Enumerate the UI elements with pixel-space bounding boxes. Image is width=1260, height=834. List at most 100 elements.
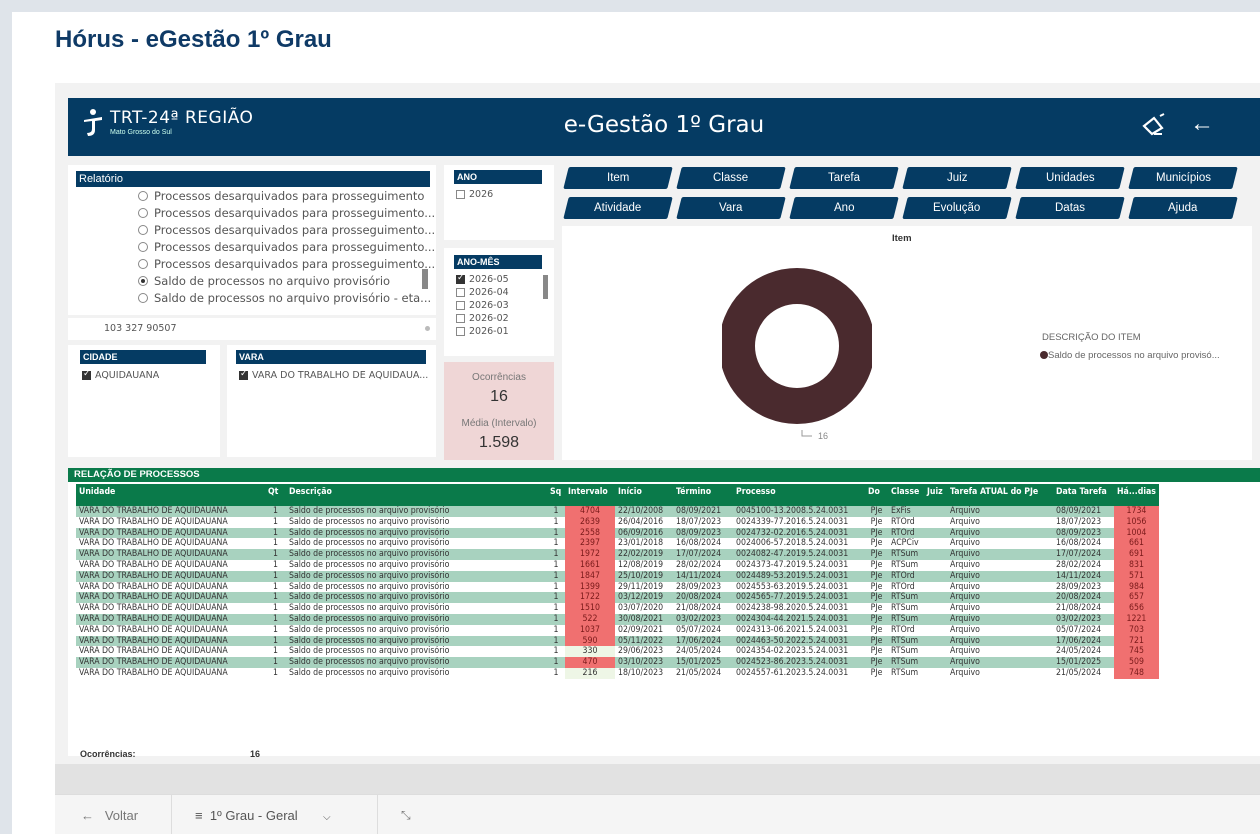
- nav-button[interactable]: Tarefa: [789, 167, 899, 189]
- column-header[interactable]: Data Tarefa: [1053, 484, 1114, 506]
- table-cell: 2639: [565, 516, 615, 528]
- radio-button[interactable]: [138, 259, 148, 269]
- table-row[interactable]: VARA DO TRABALHO DE AQUIDAUANA 1 Saldo de …: [76, 657, 1159, 668]
- column-header[interactable]: Descrição: [286, 484, 547, 506]
- table-cell: 1: [265, 506, 286, 517]
- table-row[interactable]: VARA DO TRABALHO DE AQUIDAUANA 1 Saldo de …: [76, 549, 1159, 560]
- radio-button[interactable]: [138, 225, 148, 235]
- table-row[interactable]: VARA DO TRABALHO DE AQUIDAUANA 1 Saldo de …: [76, 613, 1159, 625]
- table-row[interactable]: VARA DO TRABALHO DE AQUIDAUANA 1 Saldo de …: [76, 592, 1159, 604]
- table-cell: 14/11/2024: [1053, 570, 1114, 582]
- ano-option[interactable]: 2026: [456, 189, 493, 200]
- back-button[interactable]: ← Voltar: [81, 808, 138, 823]
- table-cell: 1: [265, 549, 286, 560]
- table-cell: 03/07/2020: [615, 603, 673, 614]
- checkbox[interactable]: [456, 288, 465, 297]
- nav-button[interactable]: Item: [563, 167, 673, 189]
- table-cell: 03/10/2023: [615, 657, 673, 668]
- nav-button[interactable]: Municípios: [1128, 167, 1238, 189]
- checkbox[interactable]: [456, 273, 465, 284]
- table-cell: 1004: [1114, 527, 1159, 539]
- column-header[interactable]: Do: [865, 484, 888, 506]
- cidade-panel: CIDADE AQUIDAUANA: [68, 345, 220, 457]
- ano-mes-option[interactable]: 2026-01: [456, 326, 509, 337]
- checkbox[interactable]: [456, 327, 465, 336]
- table-cell: [924, 613, 947, 625]
- table-cell: Arquivo: [947, 624, 1053, 636]
- nav-button[interactable]: Classe: [676, 167, 786, 189]
- donut-slice[interactable]: [722, 268, 872, 424]
- ano-mes-option[interactable]: 2026-03: [456, 300, 509, 311]
- table-row[interactable]: VARA DO TRABALHO DE AQUIDAUANA 1 Saldo de …: [76, 559, 1159, 571]
- table-row[interactable]: VARA DO TRABALHO DE AQUIDAUANA 1 Saldo de …: [76, 527, 1159, 539]
- radio-button[interactable]: [138, 293, 148, 303]
- table-row[interactable]: VARA DO TRABALHO DE AQUIDAUANA 1 Saldo de …: [76, 635, 1159, 647]
- relatorio-option[interactable]: Saldo de processos no arquivo provisório…: [138, 291, 431, 305]
- back-arrow-icon[interactable]: ←: [1190, 110, 1214, 138]
- relatorio-option[interactable]: Processos desarquivados para prosseguime…: [138, 206, 435, 220]
- column-header[interactable]: Sq: [547, 484, 565, 506]
- relatorio-option[interactable]: Processos desarquivados para prosseguime…: [138, 257, 435, 271]
- relatorio-option[interactable]: Saldo de processos no arquivo provisório: [138, 274, 390, 288]
- scrollbar[interactable]: [543, 275, 548, 299]
- table-row[interactable]: VARA DO TRABALHO DE AQUIDAUANA 1 Saldo de …: [76, 667, 1159, 679]
- radio-button[interactable]: [138, 276, 148, 286]
- eraser-icon[interactable]: [1140, 112, 1166, 145]
- page-selector[interactable]: ≡ 1º Grau - Geral ⌵: [195, 808, 331, 823]
- legend-item[interactable]: Saldo de processos no arquivo provisó...: [1040, 350, 1220, 361]
- table-row[interactable]: VARA DO TRABALHO DE AQUIDAUANA 1 Saldo de …: [76, 624, 1159, 636]
- collapse-icon[interactable]: ⤡: [401, 808, 411, 823]
- radio-button[interactable]: [138, 191, 148, 201]
- table-cell: RTOrd: [888, 624, 924, 636]
- checkbox[interactable]: [456, 301, 465, 310]
- relatorio-option[interactable]: Processos desarquivados para prosseguime…: [138, 240, 435, 254]
- ano-mes-option[interactable]: 2026-04: [456, 287, 509, 298]
- column-header[interactable]: Processo: [733, 484, 865, 506]
- relatorio-option[interactable]: Processos desarquivados para prosseguime…: [138, 189, 424, 203]
- nav-button[interactable]: Unidades: [1015, 167, 1125, 189]
- nav-button[interactable]: Evolução: [902, 197, 1012, 219]
- table-cell: [924, 559, 947, 571]
- checkbox[interactable]: [456, 190, 465, 199]
- processos-table-panel: RELAÇÃO DE PROCESSOS Unidade Qt Descrição S…: [68, 468, 1260, 759]
- column-header[interactable]: Juiz: [924, 484, 947, 506]
- nav-button[interactable]: Ajuda: [1128, 197, 1238, 219]
- column-header[interactable]: Início: [615, 484, 673, 506]
- column-header[interactable]: Unidade: [76, 484, 265, 506]
- table-cell: 26/04/2016: [615, 516, 673, 528]
- nav-button[interactable]: Ano: [789, 197, 899, 219]
- table-row[interactable]: VARA DO TRABALHO DE AQUIDAUANA 1 Saldo de …: [76, 570, 1159, 582]
- column-header[interactable]: Há...dias: [1114, 484, 1159, 506]
- radio-button[interactable]: [138, 208, 148, 218]
- nav-button[interactable]: Vara: [676, 197, 786, 219]
- table-row[interactable]: VARA DO TRABALHO DE AQUIDAUANA 1 Saldo de …: [76, 581, 1159, 593]
- scrollbar[interactable]: [422, 269, 428, 289]
- table-row[interactable]: VARA DO TRABALHO DE AQUIDAUANA 1 Saldo de …: [76, 516, 1159, 528]
- table-footer: Ocorrências: 16: [80, 749, 260, 759]
- nav-button[interactable]: Juiz: [902, 167, 1012, 189]
- table-cell: 571: [1114, 570, 1159, 582]
- table-row[interactable]: VARA DO TRABALHO DE AQUIDAUANA 1 Saldo de …: [76, 603, 1159, 614]
- checkbox[interactable]: [456, 314, 465, 323]
- column-header[interactable]: Qt: [265, 484, 286, 506]
- relatorio-option[interactable]: Processos desarquivados para prosseguime…: [138, 223, 435, 237]
- cidade-option[interactable]: AQUIDAUANA: [82, 369, 159, 381]
- column-header[interactable]: Intervalo: [565, 484, 615, 506]
- table-cell: 0024006-57.2018.5.24.0031: [733, 538, 865, 550]
- checkbox[interactable]: [82, 369, 91, 380]
- table-row[interactable]: VARA DO TRABALHO DE AQUIDAUANA 1 Saldo de …: [76, 506, 1159, 517]
- table-cell: 1972: [565, 549, 615, 560]
- nav-button[interactable]: Datas: [1015, 197, 1125, 219]
- vara-option[interactable]: VARA DO TRABALHO DE AQUIDAUA...: [239, 369, 428, 381]
- ano-mes-option[interactable]: 2026-05: [456, 273, 509, 285]
- checkbox[interactable]: [239, 369, 248, 380]
- table-cell: 0024339-77.2016.5.24.0031: [733, 516, 865, 528]
- nav-button[interactable]: Atividade: [563, 197, 673, 219]
- column-header[interactable]: Término: [673, 484, 733, 506]
- ano-mes-option[interactable]: 2026-02: [456, 313, 509, 324]
- table-row[interactable]: VARA DO TRABALHO DE AQUIDAUANA 1 Saldo de …: [76, 646, 1159, 658]
- column-header[interactable]: Tarefa ATUAL do PJe: [947, 484, 1053, 506]
- table-row[interactable]: VARA DO TRABALHO DE AQUIDAUANA 1 Saldo de …: [76, 538, 1159, 550]
- radio-button[interactable]: [138, 242, 148, 252]
- column-header[interactable]: Classe: [888, 484, 924, 506]
